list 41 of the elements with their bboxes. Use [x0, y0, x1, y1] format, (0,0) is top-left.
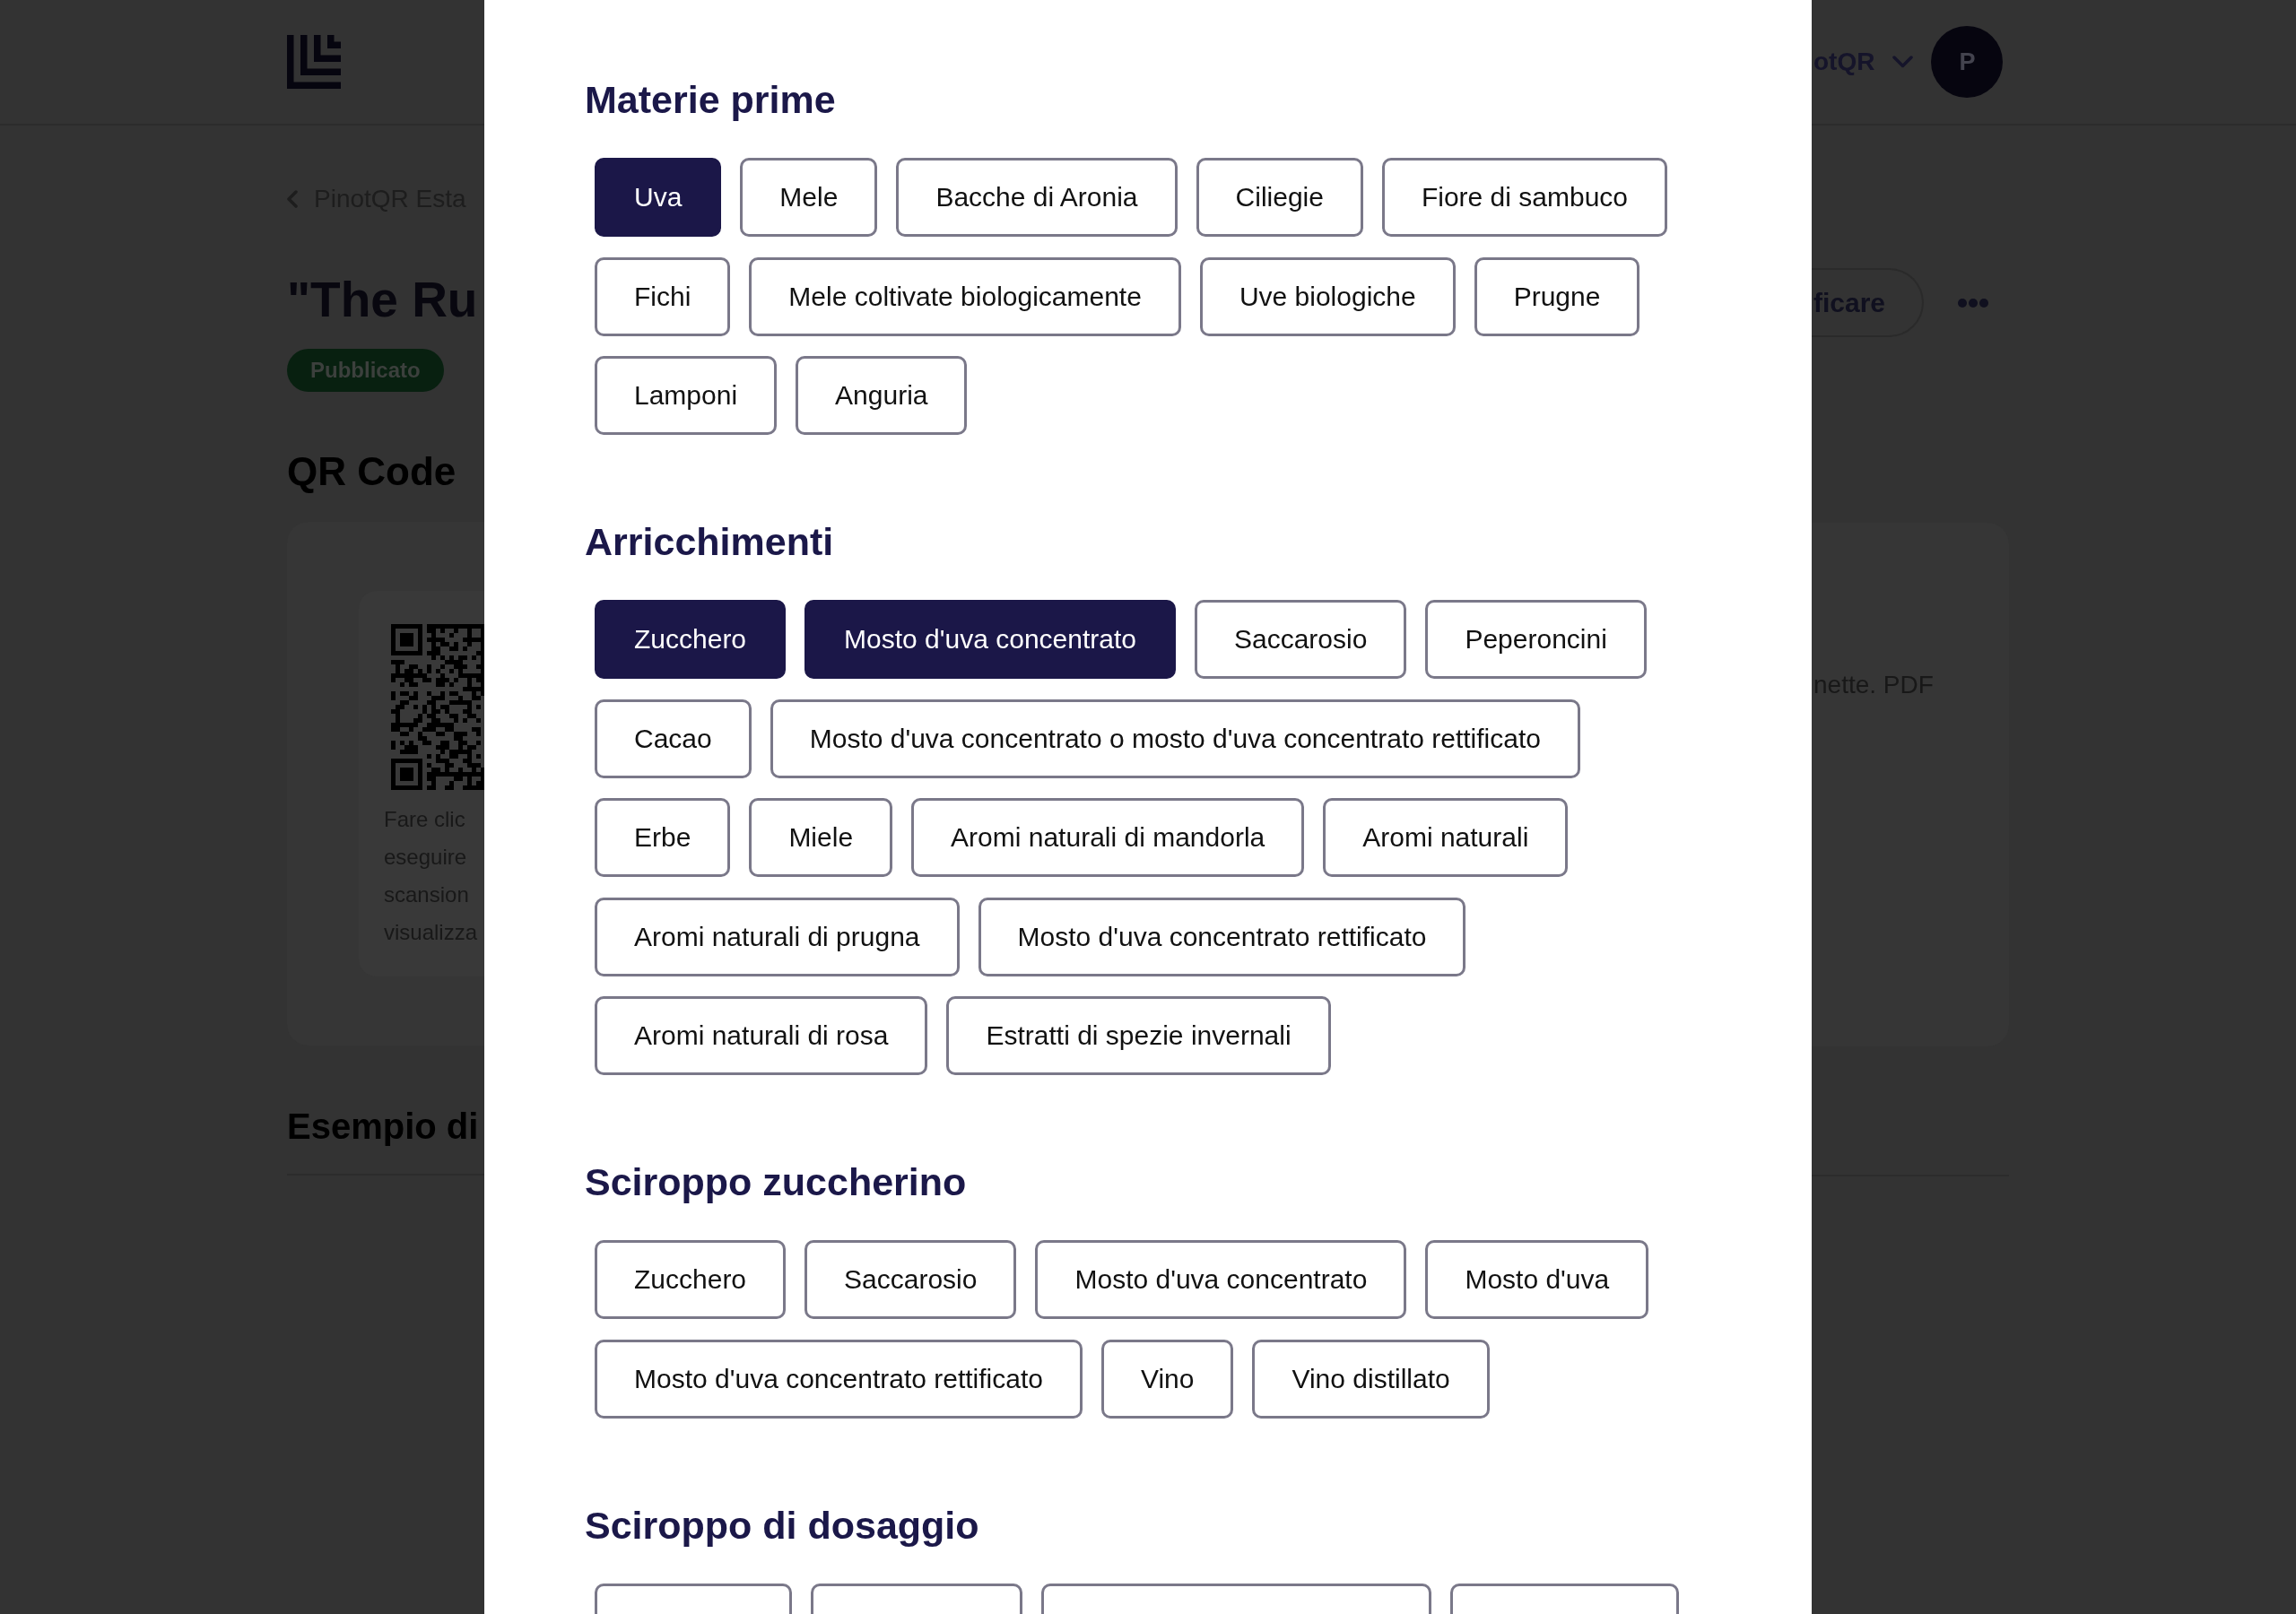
option-chip[interactable]: Mosto d'uva concentrato: [804, 600, 1176, 679]
option-chip[interactable]: Zucchero: [595, 1240, 787, 1319]
option-chip[interactable]: [811, 1583, 1022, 1614]
option-chip[interactable]: Aromi naturali di mandorla: [911, 798, 1305, 877]
option-chip[interactable]: Erbe: [595, 798, 731, 877]
option-chip[interactable]: Peperoncini: [1425, 600, 1647, 679]
option-chip[interactable]: Cacao: [595, 699, 752, 778]
option-chip[interactable]: Fiore di sambuco: [1381, 158, 1668, 237]
option-chip[interactable]: Mosto d'uva concentrato rettificato: [595, 1339, 1083, 1419]
option-chip[interactable]: Fichi: [595, 256, 731, 336]
option-chip[interactable]: Saccarosio: [804, 1240, 1017, 1319]
option-chip[interactable]: Mosto d'uva concentrato o mosto d'uva concentrato rettificato: [770, 699, 1580, 778]
option-chip[interactable]: Ciliegie: [1196, 158, 1363, 237]
option-chip[interactable]: Vino: [1100, 1339, 1234, 1419]
option-chip[interactable]: Aromi naturali: [1323, 798, 1569, 877]
option-chip[interactable]: Anguria: [796, 356, 968, 435]
option-chip[interactable]: Mosto d'uva: [1425, 1240, 1649, 1319]
option-chip[interactable]: Miele: [749, 798, 893, 877]
section-heading: Sciroppo di dosaggio: [585, 1502, 980, 1549]
option-chip[interactable]: Mele coltivate biologicamente: [749, 256, 1181, 336]
section-heading: Materie prime: [585, 77, 837, 123]
option-chip[interactable]: Uve biologiche: [1199, 256, 1456, 336]
option-chip[interactable]: Aromi naturali di rosa: [595, 996, 928, 1075]
option-chip[interactable]: Lamponi: [595, 356, 778, 435]
option-chip[interactable]: Zucchero: [595, 600, 787, 679]
option-chip[interactable]: Estratti di spezie invernali: [946, 996, 1331, 1075]
option-chip[interactable]: Uva: [595, 158, 722, 237]
option-chip[interactable]: Aromi naturali di prugna: [595, 897, 960, 976]
option-chip[interactable]: Saccarosio: [1195, 600, 1407, 679]
option-chip[interactable]: [595, 1583, 792, 1614]
option-chip[interactable]: [1450, 1583, 1679, 1614]
option-chip[interactable]: [1041, 1583, 1431, 1614]
section-heading: Sciroppo zuccherino: [585, 1159, 968, 1205]
option-chip[interactable]: Bacche di Aronia: [896, 158, 1178, 237]
option-chip[interactable]: Mele: [740, 158, 878, 237]
chevron-down-icon: [1892, 56, 1914, 68]
section-heading: Arricchimenti: [585, 519, 835, 565]
option-chip[interactable]: Mosto d'uva concentrato rettificato: [978, 897, 1466, 976]
option-chip[interactable]: Vino distillato: [1252, 1339, 1490, 1419]
option-chip[interactable]: Prugne: [1474, 256, 1640, 336]
option-chip[interactable]: Mosto d'uva concentrato: [1035, 1240, 1407, 1319]
